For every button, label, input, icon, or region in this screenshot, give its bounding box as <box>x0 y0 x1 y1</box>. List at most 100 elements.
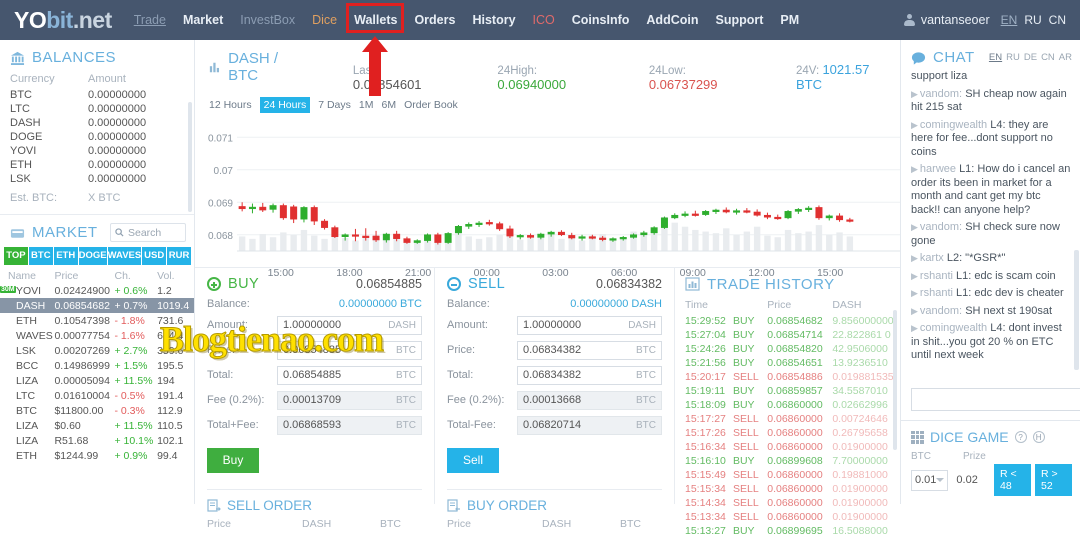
market-row[interactable]: LIZA R51.68 + 10.1% 102.1 <box>0 433 194 448</box>
market-tab-top[interactable]: TOP <box>4 247 28 265</box>
chat-lang-en[interactable]: EN <box>989 52 1002 63</box>
sell-amount-input[interactable]: 1.00000000 DASH <box>517 315 662 335</box>
market-column-headers: Name Price Ch. Vol. <box>0 268 194 283</box>
market-row[interactable]: LSK 0.00207269 + 2.7% 359.6 <box>0 343 194 358</box>
th-amount: 16.5088000 <box>832 524 888 537</box>
site-logo[interactable]: YObit.net <box>14 7 112 34</box>
market-pair-name: BCC <box>16 359 39 372</box>
market-row[interactable]: BTC $11800.00 - 0.3% 112.9 <box>0 403 194 418</box>
sell-market-price: 0.06834382 <box>595 276 662 291</box>
nav-item-support[interactable]: Support <box>715 13 763 27</box>
market-pair-change: + 2.7% <box>114 344 148 357</box>
sell-total-input[interactable]: 0.06834382 BTC <box>517 365 662 385</box>
trade-history-scrollbar[interactable] <box>893 309 897 450</box>
chat-send-row: Send <box>901 380 1080 420</box>
nav-item-investbox[interactable]: InvestBox <box>240 13 295 27</box>
range-24-hours[interactable]: 24 Hours <box>259 96 311 113</box>
range-12-hours[interactable]: 12 Hours <box>209 99 252 111</box>
market-row[interactable]: LIZA 0.00005094 + 11.5% 194 <box>0 373 194 388</box>
buy-totalfee-row: Total+Fee: 0.06868593 BTC <box>207 415 422 435</box>
user-account[interactable]: vantanseoer <box>903 13 990 27</box>
trade-history-row: 15:14:34 SELL 0.06860000 0.01900000 <box>685 496 894 510</box>
market-tab-usd[interactable]: USD <box>142 247 167 265</box>
market-tab-eth[interactable]: ETH <box>53 247 78 265</box>
buy-price-unit: BTC <box>396 344 416 356</box>
th-time: 15:27:04 <box>685 328 726 341</box>
chat-arrow-icon: ▶ <box>911 222 918 232</box>
nav-item-wallets[interactable]: Wallets <box>354 13 397 27</box>
estimated-btc-row: Est. BTC: X BTC <box>0 186 194 212</box>
market-row[interactable]: WAVES 0.00077754 - 1.6% 614.4 <box>0 328 194 343</box>
market-row[interactable]: BCC 0.14986999 + 1.5% 195.5 <box>0 358 194 373</box>
nav-item-history[interactable]: History <box>472 13 515 27</box>
range-6m[interactable]: 6M <box>382 99 397 111</box>
username-label: vantanseoer <box>920 13 990 27</box>
market-tab-doge[interactable]: DOGE <box>78 247 107 265</box>
market-row[interactable]: LIZA $0.60 + 11.5% 110.5 <box>0 418 194 433</box>
chat-lang-cn[interactable]: CN <box>1041 52 1055 63</box>
market-tab-btc[interactable]: BTC <box>28 247 53 265</box>
nav-item-addcoin[interactable]: AddCoin <box>646 13 698 27</box>
buy-amount-row: Amount: 1.00000000 DASH <box>207 315 422 335</box>
vol-label: 24V: <box>796 64 820 77</box>
th-time: 15:29:52 <box>685 314 726 327</box>
nav-lang-en[interactable]: EN <box>1001 13 1018 27</box>
buy-button[interactable]: Buy <box>207 447 259 473</box>
market-row[interactable]: ETH $1244.99 + 0.9% 99.4 <box>0 448 194 463</box>
sell-order-section: SELL ORDER Price DASH BTC <box>207 488 422 530</box>
buy-price-input[interactable]: 0.06854885 BTC <box>277 340 422 360</box>
red-arrow-annotation <box>362 36 388 96</box>
buy-order-icon <box>447 498 460 512</box>
market-row[interactable]: ETH 0.10547398 - 1.8% 731.6 <box>0 313 194 328</box>
range-order-book[interactable]: Order Book <box>404 99 458 111</box>
market-col-change: Ch. <box>114 269 131 282</box>
sell-fee-label: Fee (0.2%): <box>447 394 505 406</box>
buy-total-input[interactable]: 0.06854885 BTC <box>277 365 422 385</box>
nav-item-coinsinfo[interactable]: CoinsInfo <box>572 13 630 27</box>
balances-list: BTC 0.00000000 LTC 0.00000000 DASH 0.00000000… <box>0 88 194 186</box>
th-col-price: Price <box>767 298 792 311</box>
sell-button[interactable]: Sell <box>447 447 499 473</box>
chat-lang-ar[interactable]: AR <box>1059 52 1072 63</box>
history-icon[interactable]: H <box>1032 431 1045 443</box>
help-icon[interactable]: ? <box>1014 431 1027 443</box>
market-row[interactable]: LTC 0.01610004 - 0.5% 191.4 <box>0 388 194 403</box>
th-amount: 0.01900000 <box>832 440 888 453</box>
buy-amount-input[interactable]: 1.00000000 DASH <box>277 315 422 335</box>
chat-lang-ru[interactable]: RU <box>1006 52 1020 63</box>
range-7-days[interactable]: 7 Days <box>318 99 351 111</box>
trade-history-row: 15:20:17 SELL 0.06854886 0.019881535 <box>685 370 894 384</box>
dice-bet-select[interactable]: 0.01 <box>911 469 949 491</box>
nav-item-ico[interactable]: ICO <box>533 13 555 27</box>
dice-roll-under-button[interactable]: R < 48 <box>994 464 1031 496</box>
trade-history-row: 15:24:26 BUY 0.06854820 42.9506000 <box>685 342 894 356</box>
chat-message: ▶ rshanti L1: edc is scam coin <box>911 270 1072 284</box>
balances-scrollbar[interactable] <box>188 102 192 212</box>
sell-price-input[interactable]: 0.06834382 BTC <box>517 340 662 360</box>
balance-row: BTC 0.00000000 <box>0 88 194 102</box>
chat-input[interactable] <box>911 388 1080 411</box>
buy-totalfee-unit: BTC <box>396 419 416 431</box>
nav-item-market[interactable]: Market <box>183 13 223 27</box>
th-kind: SELL <box>732 482 759 495</box>
dice-roll-over-button[interactable]: R > 52 <box>1035 464 1072 496</box>
nav-item-pm[interactable]: PM <box>780 13 799 27</box>
th-price: 0.06860000 <box>767 482 823 495</box>
market-row[interactable]: DASH 0.06854682 + 0.7% 1019.4 <box>0 298 194 313</box>
chat-lang-de[interactable]: DE <box>1024 52 1037 63</box>
nav-item-dice[interactable]: Dice <box>312 13 337 27</box>
nav-lang-ru[interactable]: RU <box>1024 13 1041 27</box>
market-search-input[interactable]: Search <box>110 223 186 242</box>
range-1m[interactable]: 1M <box>359 99 374 111</box>
center-scrollbar[interactable] <box>1074 250 1079 370</box>
order-panels-row: BUY 0.06854885 Balance: 0.00000000 BTC A… <box>195 250 1079 537</box>
nav-item-orders[interactable]: Orders <box>414 13 455 27</box>
nav-lang-cn[interactable]: CN <box>1049 13 1066 27</box>
market-tab-waves[interactable]: WAVES <box>107 247 142 265</box>
market-tab-rur[interactable]: RUR <box>167 247 191 265</box>
market-pair-volume: 359.6 <box>157 344 184 357</box>
price-chart[interactable]: 0.0710.070.0690.0687505002500 15:0018:00… <box>195 117 900 279</box>
market-row[interactable]: 30M YOVI 0.02424900 + 0.6% 1.2 <box>0 283 194 298</box>
trade-history-row: 15:16:10 BUY 0.06899608 7.70000000 <box>685 454 894 468</box>
nav-item-trade[interactable]: Trade <box>134 13 166 27</box>
